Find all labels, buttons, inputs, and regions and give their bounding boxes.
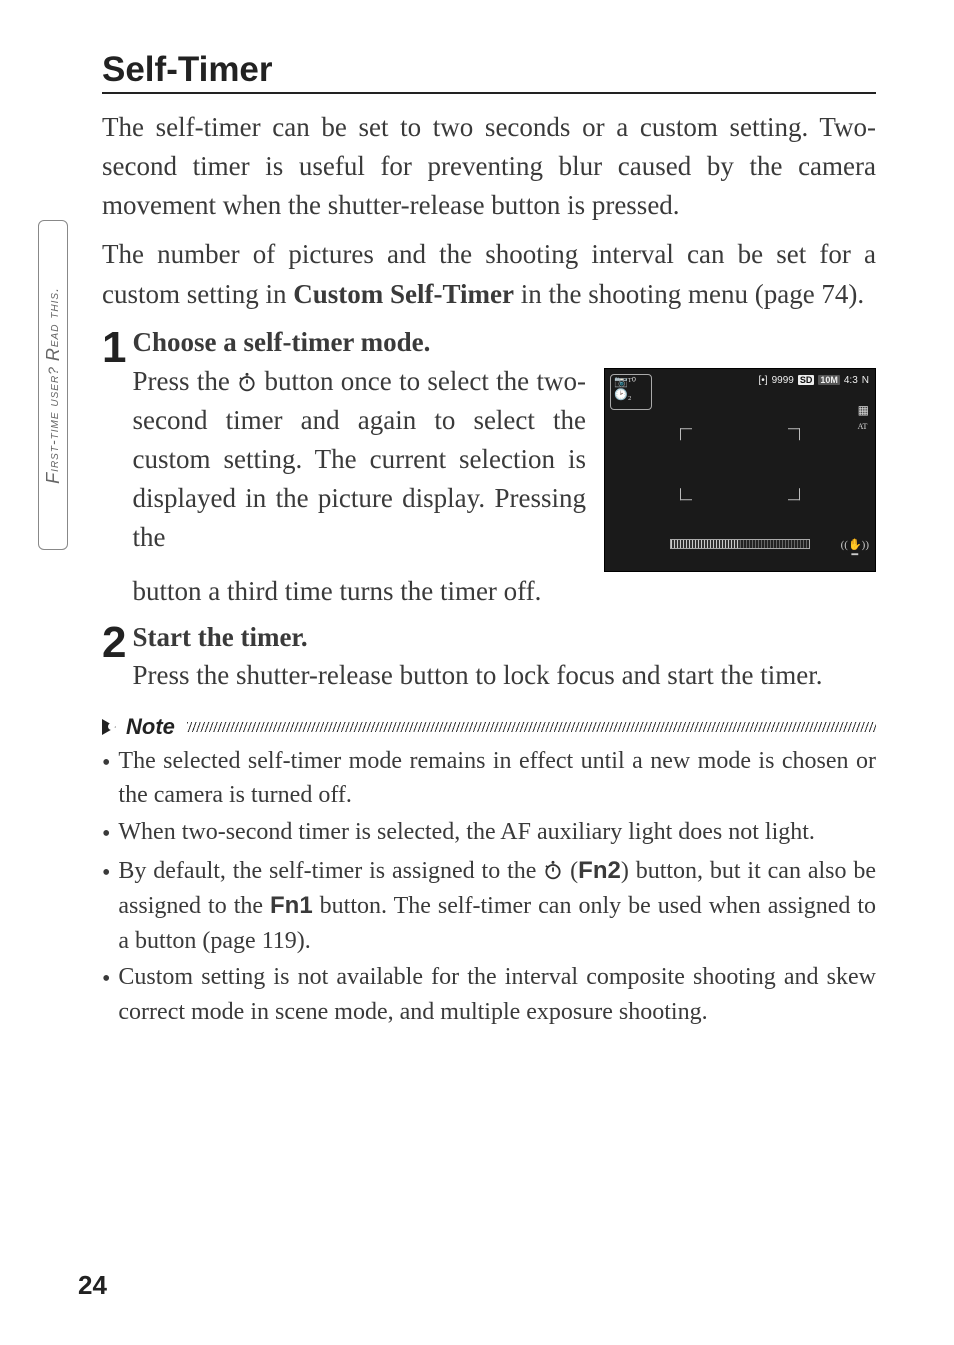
bullet-3: • By default, the self-timer is assigned… xyxy=(102,854,876,958)
lcd-exposure-bar xyxy=(670,539,810,549)
bullet-dot: • xyxy=(102,744,110,814)
lcd-steady-icon: ((✋))━ xyxy=(841,541,869,561)
lcd-focus-frame xyxy=(680,428,800,500)
bullet-1: • The selected self-timer mode remains i… xyxy=(102,744,876,814)
step1-text-a: Press the xyxy=(132,366,237,396)
bullet-dot: • xyxy=(102,854,110,958)
fn2-label: Fn2 xyxy=(578,857,621,884)
bullet-3-text: By default, the self-timer is assigned t… xyxy=(118,854,876,958)
step-2-title: Start the timer. xyxy=(132,619,876,657)
intro2-c: in the shooting menu (page 74). xyxy=(514,279,864,309)
lcd-at-icon: ▦AT xyxy=(858,403,869,433)
self-timer-icon xyxy=(237,372,257,392)
camera-lcd-screenshot: 📷ᵀ⁰🕑₂ [•] 9999 SD 10M 4:3 N ▦AT xyxy=(604,368,876,572)
step-2-number: 2 xyxy=(102,621,126,696)
section-heading: Self-Timer xyxy=(102,50,876,94)
lcd-ratio: 4:3 xyxy=(844,375,858,386)
note-hatch-rule xyxy=(187,722,876,732)
side-tab-label: First-time user? Read this. xyxy=(43,287,64,484)
note-bullet-list: • The selected self-timer mode remains i… xyxy=(102,744,876,1030)
lcd-count: 9999 xyxy=(772,375,794,386)
self-timer-icon xyxy=(543,860,563,880)
step-1: 1 Choose a self-timer mode. Press the bu… xyxy=(102,324,876,611)
step-2-text: Press the shutter-release button to lock… xyxy=(132,656,876,695)
bullet-2: • When two-second timer is selected, the… xyxy=(102,815,876,852)
step-2: 2 Start the timer. Press the shutter-rel… xyxy=(102,619,876,696)
step-1-text: Press the button once to select the two-… xyxy=(132,362,586,572)
lcd-af-icon: [•] xyxy=(759,375,768,386)
intro-paragraph-2: The number of pictures and the shooting … xyxy=(102,235,876,313)
side-tab: First-time user? Read this. xyxy=(38,220,68,550)
bullet-1-text: The selected self-timer mode remains in … xyxy=(118,744,876,814)
step-1-number: 1 xyxy=(102,326,126,611)
intro2-bold: Custom Self-Timer xyxy=(293,279,514,309)
lcd-res-badge: 10M xyxy=(818,375,840,385)
page-number: 24 xyxy=(78,1270,107,1301)
step-1-title: Choose a self-timer mode. xyxy=(132,324,876,362)
bullet-2-text: When two-second timer is selected, the A… xyxy=(118,815,876,852)
lcd-top-status: [•] 9999 SD 10M 4:3 N xyxy=(759,375,869,386)
bullet-4: • Custom setting is not available for th… xyxy=(102,960,876,1030)
bullet-dot: • xyxy=(102,815,110,852)
lcd-mode-icons: 📷ᵀ⁰🕑₂ xyxy=(614,376,636,402)
bullet-4-text: Custom setting is not available for the … xyxy=(118,960,876,1030)
note-label: Note xyxy=(126,714,175,740)
fn1-label: Fn1 xyxy=(270,892,313,919)
note-header: Note xyxy=(102,714,876,740)
lcd-sd-badge: SD xyxy=(798,375,815,385)
lcd-quality: N xyxy=(862,375,869,386)
bullet-dot: • xyxy=(102,960,110,1030)
step-1-text-cont: button a third time turns the timer off. xyxy=(132,572,876,611)
intro-paragraph-1: The self-timer can be set to two seconds… xyxy=(102,108,876,225)
